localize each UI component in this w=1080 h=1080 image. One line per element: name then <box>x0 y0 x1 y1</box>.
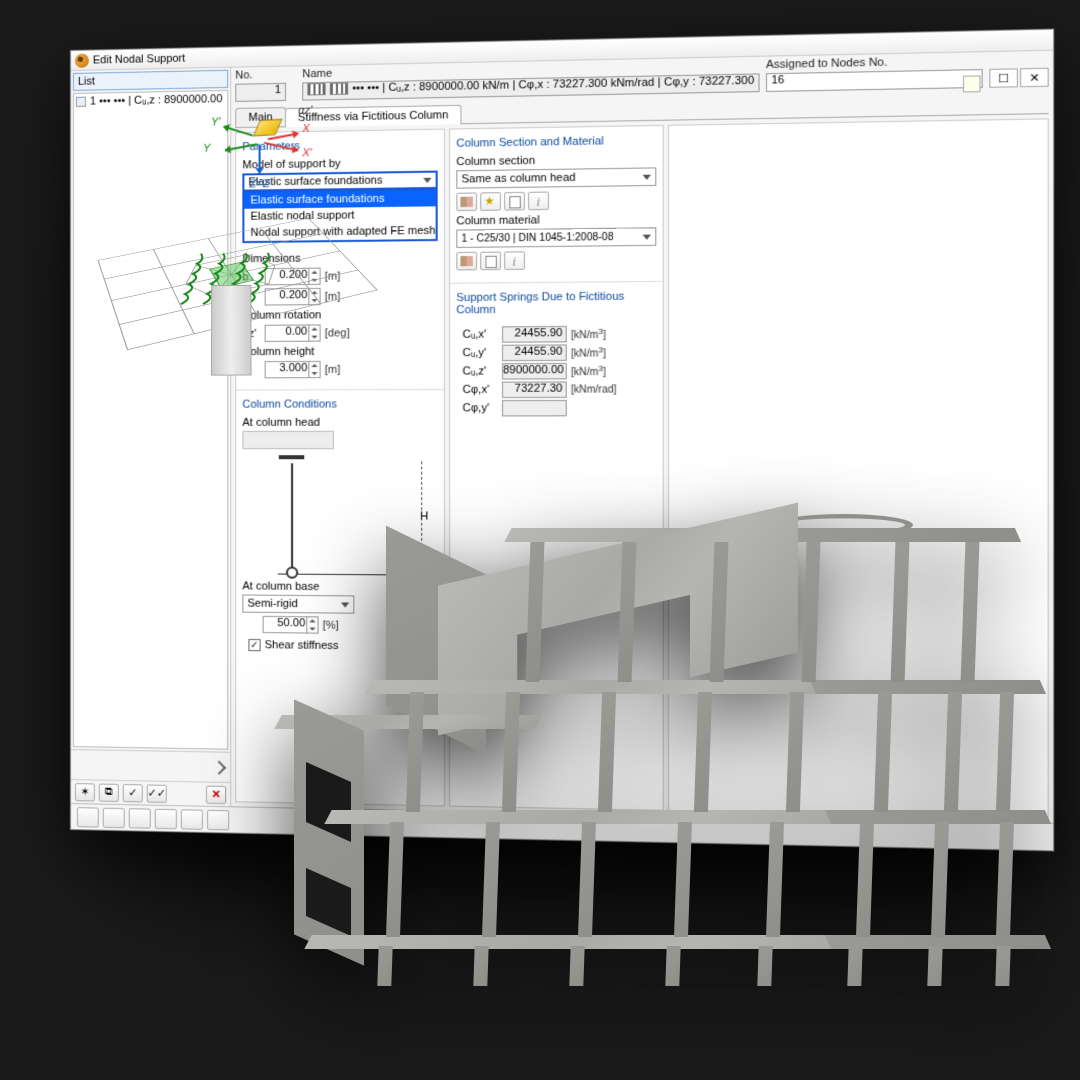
axis-z: Z=Z' <box>249 178 271 190</box>
coordinate-axes: X X' Y Y' Z=Z' αz' <box>231 114 322 189</box>
axis-alpha: αz' <box>298 114 312 117</box>
building-render <box>228 470 1040 1030</box>
axis-xp: X' <box>302 147 312 159</box>
pillar-icon <box>231 285 251 376</box>
axis-x: X <box>302 123 309 135</box>
